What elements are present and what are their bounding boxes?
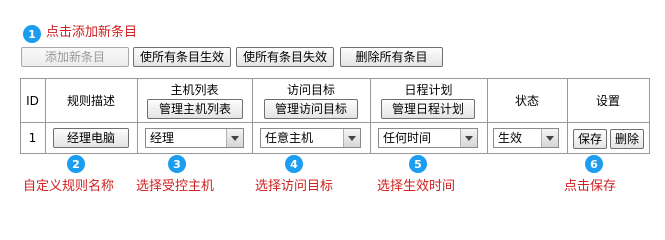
add-entry-button[interactable]: 添加新条目 — [21, 47, 129, 67]
table-col-line — [649, 78, 650, 154]
row-id: 1 — [28, 131, 37, 145]
rule-name-field[interactable]: 经理电脑 — [53, 128, 129, 148]
target-select-value: 任意主机 — [265, 131, 314, 145]
header-settings: 设置 — [595, 94, 620, 108]
manage-schedule-button[interactable]: 管理日程计划 — [381, 99, 475, 119]
header-target: 访问目标 — [286, 83, 335, 97]
header-id: ID — [26, 94, 39, 108]
step-4-badge: 4 — [285, 155, 303, 173]
host-hint: 选择受控主机 — [136, 179, 215, 194]
disable-all-button[interactable]: 使所有条目失效 — [236, 47, 334, 67]
rule-name-hint: 自定义规则名称 — [23, 179, 115, 194]
header-schedule: 日程计划 — [404, 83, 453, 97]
header-status: 状态 — [514, 94, 539, 108]
schedule-select-value: 任何时间 — [383, 131, 432, 145]
chevron-down-icon[interactable] — [541, 129, 558, 147]
status-select-value: 生效 — [498, 131, 523, 145]
save-button[interactable]: 保存 — [573, 129, 607, 149]
host-select[interactable]: 经理 — [145, 128, 244, 148]
chevron-down-icon[interactable] — [226, 129, 243, 147]
save-hint: 点击保存 — [564, 179, 617, 194]
chevron-down-icon[interactable] — [460, 129, 477, 147]
header-host-list: 主机列表 — [170, 83, 219, 97]
schedule-select[interactable]: 任何时间 — [378, 128, 478, 148]
table-line-bottom — [20, 153, 650, 154]
target-select[interactable]: 任意主机 — [260, 128, 361, 148]
enable-all-button[interactable]: 使所有条目生效 — [133, 47, 231, 67]
host-select-value: 经理 — [150, 131, 175, 145]
schedule-hint: 选择生效时间 — [377, 179, 456, 194]
step-3-badge: 3 — [168, 155, 186, 173]
table-col-line — [45, 78, 46, 154]
header-rule-desc: 规则描述 — [66, 94, 115, 108]
table-line-top — [20, 78, 650, 79]
chevron-down-icon[interactable] — [343, 129, 360, 147]
step-1-badge: 1 — [23, 25, 41, 43]
table-col-line — [487, 78, 488, 154]
target-hint: 选择访问目标 — [255, 179, 334, 194]
step-6-badge: 6 — [585, 155, 603, 173]
manage-target-button[interactable]: 管理访问目标 — [264, 99, 358, 119]
status-select[interactable]: 生效 — [493, 128, 559, 148]
add-entry-hint: 点击添加新条目 — [46, 25, 138, 40]
manage-host-list-button[interactable]: 管理主机列表 — [147, 99, 243, 119]
step-2-badge: 2 — [67, 155, 85, 173]
step-5-badge: 5 — [409, 155, 427, 173]
delete-all-button[interactable]: 删除所有条目 — [340, 47, 443, 67]
table-col-line — [567, 78, 568, 154]
delete-button[interactable]: 删除 — [610, 129, 644, 149]
table-line-mid — [20, 122, 650, 123]
